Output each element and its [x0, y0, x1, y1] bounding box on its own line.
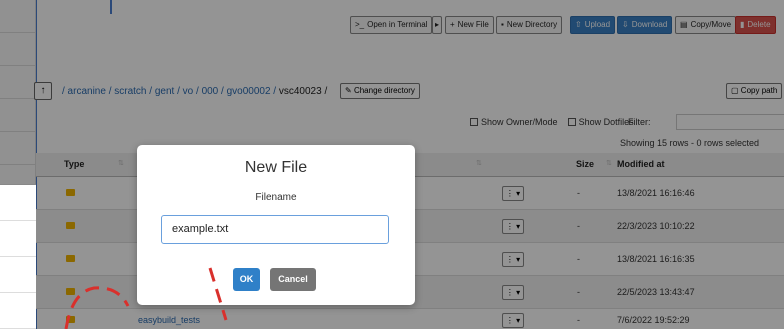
screenshot-stage: >_ Open in Terminal ▸ + New File ▪ New D… [0, 0, 784, 329]
filename-input[interactable]: example.txt [161, 215, 389, 244]
dialog-title: New File [244, 159, 308, 176]
background-window [0, 184, 36, 329]
ok-button[interactable]: OK [233, 268, 260, 291]
new-file-dialog: New File Filename example.txt OK Cancel [137, 145, 415, 305]
filename-label: Filename [255, 192, 297, 203]
cancel-button[interactable]: Cancel [270, 268, 316, 291]
